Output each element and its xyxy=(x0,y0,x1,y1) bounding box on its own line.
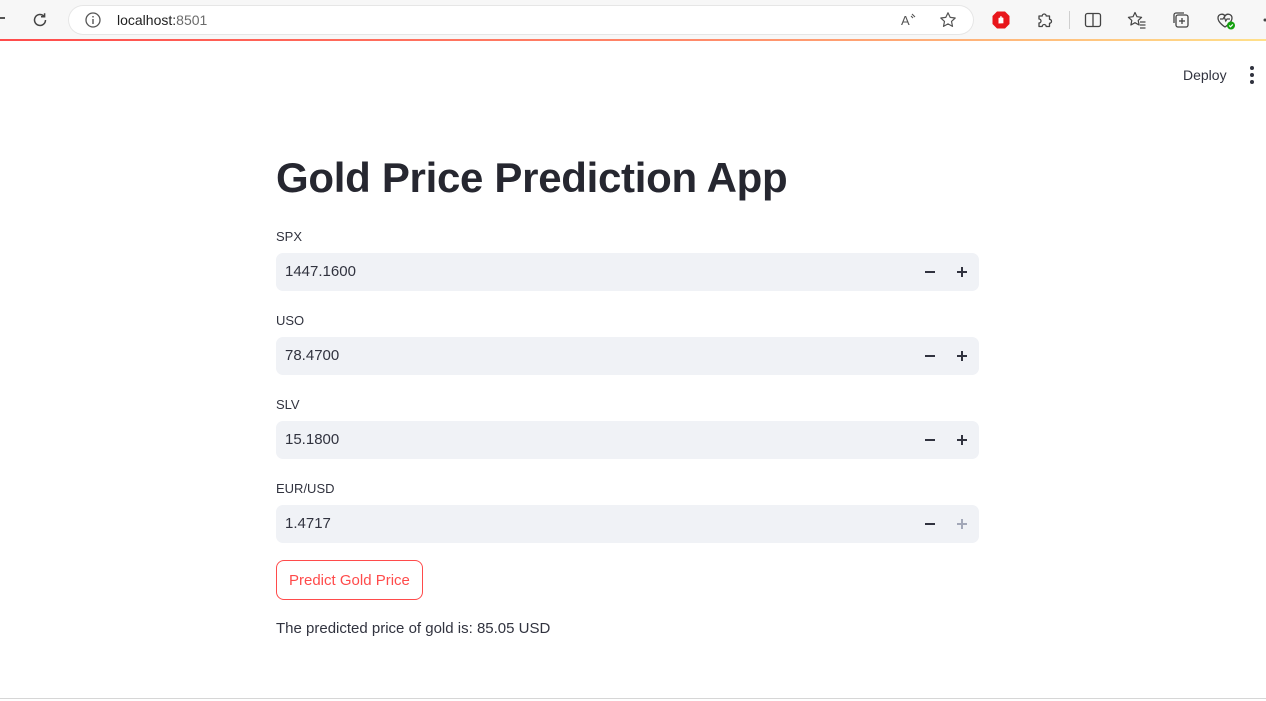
adblock-icon[interactable] xyxy=(990,9,1012,31)
uso-value[interactable]: 78.4700 xyxy=(285,347,339,364)
favorite-star-icon[interactable] xyxy=(938,10,958,30)
uso-number-input[interactable]: 78.4700 xyxy=(276,337,979,375)
predict-gold-price-button[interactable]: Predict Gold Price xyxy=(276,560,423,600)
slv-number-input[interactable]: 15.1800 xyxy=(276,421,979,459)
browser-toolbar: localhost:8501 A xyxy=(0,0,1266,39)
minus-icon xyxy=(925,439,935,441)
deploy-button[interactable]: Deploy xyxy=(1175,62,1235,88)
page-title: Gold Price Prediction App xyxy=(276,154,788,201)
uso-label: USO xyxy=(276,313,305,328)
uso-decrement-button[interactable] xyxy=(915,341,945,371)
eurusd-label: EUR/USD xyxy=(276,481,335,496)
url-host: localhost: xyxy=(117,12,177,28)
kebab-menu-icon[interactable] xyxy=(1243,64,1261,86)
prediction-result-text: The predicted price of gold is: 85.05 US… xyxy=(276,620,551,637)
eurusd-value[interactable]: 1.4717 xyxy=(285,515,331,532)
slv-increment-button[interactable] xyxy=(947,425,977,455)
more-icon[interactable] xyxy=(1256,9,1266,31)
page-load-indicator xyxy=(0,39,1266,41)
slv-value[interactable]: 15.1800 xyxy=(285,431,339,448)
spx-decrement-button[interactable] xyxy=(915,257,945,287)
reload-icon[interactable] xyxy=(29,9,51,31)
back-edge xyxy=(0,17,5,19)
plus-icon xyxy=(957,351,967,361)
uso-increment-button[interactable] xyxy=(947,341,977,371)
spx-label: SPX xyxy=(276,229,303,244)
minus-icon xyxy=(925,271,935,273)
address-bar[interactable]: localhost:8501 A xyxy=(68,5,974,35)
browser-essentials-icon[interactable] xyxy=(1214,9,1236,31)
minus-icon xyxy=(925,355,935,357)
collections-icon[interactable] xyxy=(1170,9,1192,31)
url-text[interactable]: localhost:8501 xyxy=(117,12,207,28)
plus-icon xyxy=(957,267,967,277)
slv-label: SLV xyxy=(276,397,300,412)
minus-icon xyxy=(925,523,935,525)
svg-text:A: A xyxy=(901,13,910,28)
eurusd-number-input[interactable]: 1.4717 xyxy=(276,505,979,543)
plus-icon xyxy=(957,519,967,529)
favorites-icon[interactable] xyxy=(1126,9,1148,31)
read-aloud-icon[interactable]: A xyxy=(898,10,918,30)
eurusd-decrement-button[interactable] xyxy=(915,509,945,539)
extensions-icon[interactable] xyxy=(1034,9,1056,31)
eurusd-increment-button[interactable] xyxy=(947,509,977,539)
plus-icon xyxy=(957,435,967,445)
spx-number-input[interactable]: 1447.1600 xyxy=(276,253,979,291)
bottom-divider xyxy=(0,698,1266,699)
slv-decrement-button[interactable] xyxy=(915,425,945,455)
spx-value[interactable]: 1447.1600 xyxy=(285,263,356,280)
toolbar-separator xyxy=(1069,11,1070,29)
spx-increment-button[interactable] xyxy=(947,257,977,287)
info-icon[interactable] xyxy=(84,11,102,29)
url-port: 8501 xyxy=(176,12,208,28)
split-screen-icon[interactable] xyxy=(1082,9,1104,31)
